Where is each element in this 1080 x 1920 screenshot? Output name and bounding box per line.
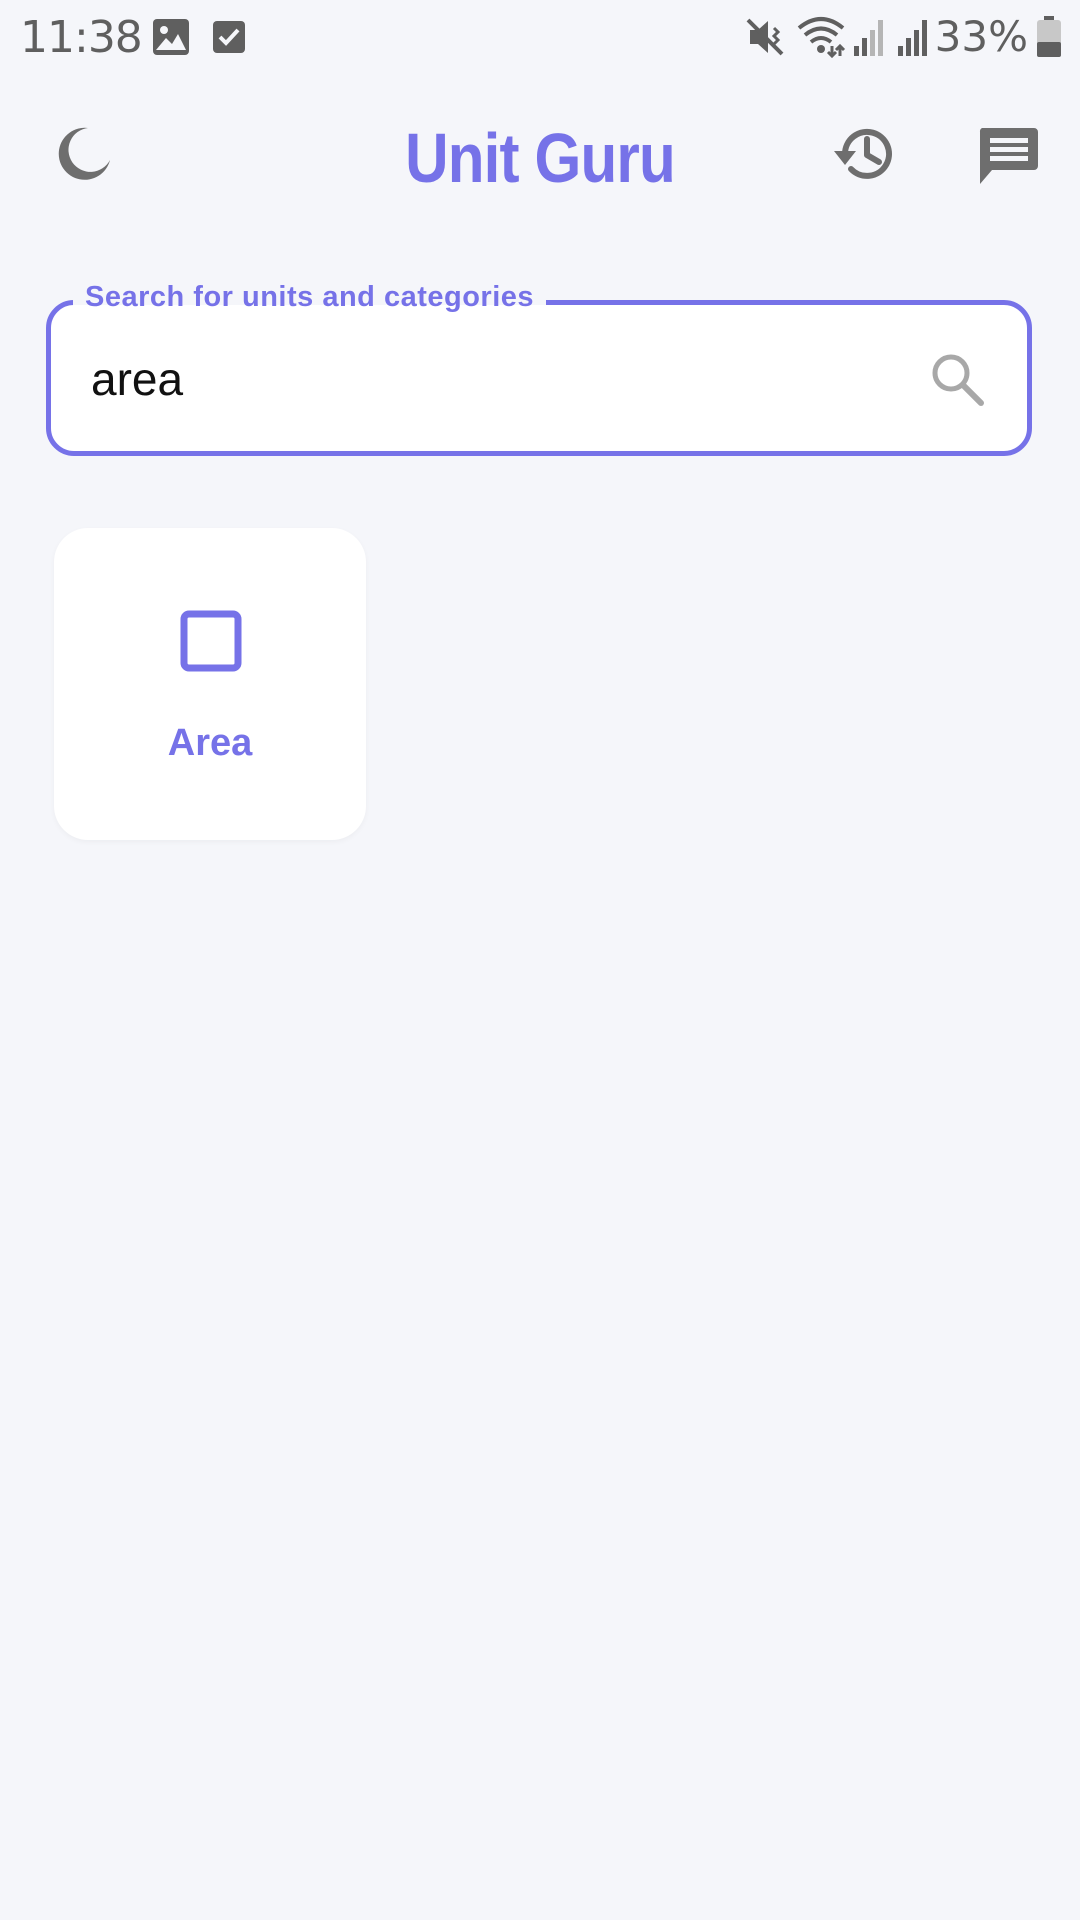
category-card-label: Area: [167, 722, 253, 764]
checkbox-icon: [210, 18, 248, 61]
search-icon[interactable]: [927, 349, 987, 409]
signal-icon: [896, 18, 930, 61]
status-bar: 11:38 33%: [0, 0, 1080, 76]
signal-icon: [852, 18, 886, 61]
history-icon: [831, 121, 897, 192]
search-field[interactable]: Search for units and categories: [46, 275, 1032, 456]
app-bar: Unit Guru: [0, 96, 1080, 216]
image-icon: [152, 18, 190, 61]
feedback-button[interactable]: [972, 120, 1044, 192]
feedback-icon: [976, 122, 1040, 191]
search-label: Search for units and categories: [73, 275, 547, 319]
battery-percent: 33%: [934, 12, 1028, 61]
category-card-area[interactable]: Area: [54, 528, 366, 840]
search-input[interactable]: [91, 345, 891, 413]
wifi-icon: [796, 14, 846, 63]
status-time: 11:38: [20, 12, 143, 63]
square-outline-icon: [180, 610, 242, 672]
mute-icon: [744, 16, 786, 63]
battery-icon: [1036, 16, 1062, 63]
history-button[interactable]: [828, 120, 900, 192]
